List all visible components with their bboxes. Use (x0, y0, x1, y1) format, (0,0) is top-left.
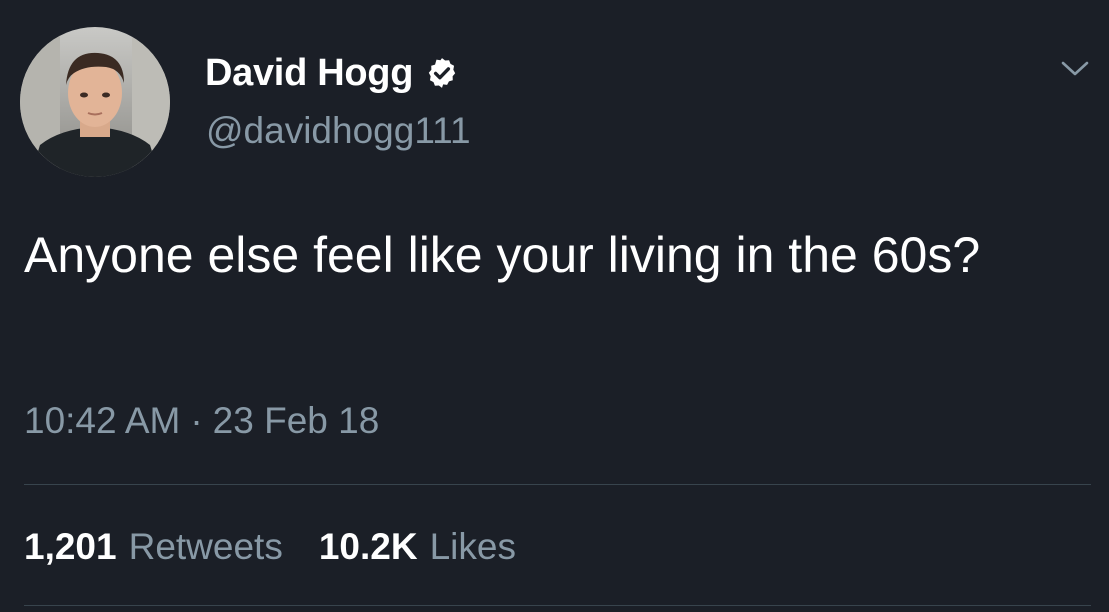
divider (24, 484, 1091, 485)
retweets-stat[interactable]: 1,201 Retweets (24, 524, 283, 570)
verified-badge-icon (428, 58, 456, 88)
chevron-down-icon[interactable] (1058, 55, 1092, 81)
meta-separator: · (190, 400, 203, 441)
tweet-timestamp[interactable]: 10:42 AM · 23 Feb 18 (24, 398, 379, 444)
avatar[interactable] (20, 27, 170, 177)
divider (24, 605, 1091, 606)
author-name-row: David Hogg (205, 50, 459, 96)
tweet-date: 23 Feb 18 (212, 400, 380, 441)
likes-label: Likes (429, 526, 516, 567)
author-handle[interactable]: @davidhogg111 (206, 108, 471, 154)
retweets-label: Retweets (128, 526, 283, 567)
profile-photo-icon (20, 27, 170, 177)
likes-stat[interactable]: 10.2K Likes (319, 524, 516, 570)
author-display-name[interactable]: David Hogg (205, 50, 413, 96)
tweet-time: 10:42 AM (24, 400, 181, 441)
retweets-count: 1,201 (24, 526, 117, 567)
tweet-stats: 1,201 Retweets 10.2K Likes (24, 524, 516, 570)
tweet-text: Anyone else feel like your living in the… (24, 227, 981, 283)
likes-count: 10.2K (318, 526, 418, 567)
